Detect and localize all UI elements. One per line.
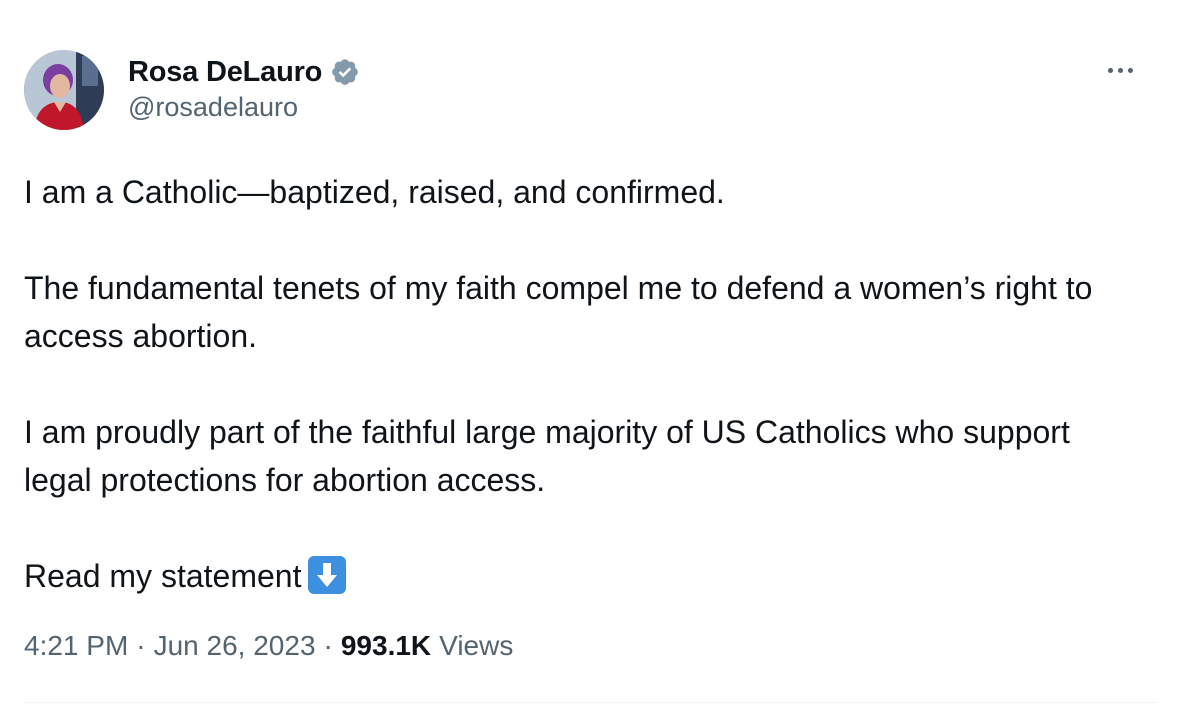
views-count: 993.1K — [340, 630, 432, 661]
meta-separator: · — [136, 630, 146, 661]
down-arrow-icon — [307, 555, 347, 595]
tweet-date[interactable]: Jun 26, 2023 — [154, 630, 316, 662]
tweet-text: I am a Catholic—baptized, raised, and co… — [24, 168, 1144, 600]
tweet: Rosa DeLauro @rosadelauro I am a Catholi… — [0, 0, 1180, 716]
tweet-paragraph: I am a Catholic—baptized, raised, and co… — [24, 174, 725, 210]
avatar-image — [24, 50, 104, 130]
display-name[interactable]: Rosa DeLauro — [128, 56, 322, 89]
views-label: Views — [439, 630, 514, 661]
tweet-time[interactable]: 4:21 PM — [24, 630, 128, 662]
tweet-meta: 4:21 PM · Jun 26, 2023 · 993.1K Views — [24, 630, 513, 662]
tweet-final-line: Read my statement — [24, 552, 1144, 600]
tweet-paragraph: The fundamental tenets of my faith compe… — [24, 270, 1093, 354]
read-statement-text: Read my statement — [24, 558, 302, 594]
tweet-paragraph: I am proudly part of the faithful large … — [24, 414, 1070, 498]
meta-separator: · — [323, 630, 333, 661]
divider — [24, 702, 1156, 703]
avatar[interactable] — [24, 50, 104, 130]
more-options-icon[interactable] — [1100, 58, 1140, 82]
verified-badge-icon[interactable] — [330, 57, 360, 87]
display-name-row: Rosa DeLauro — [128, 52, 360, 92]
handle[interactable]: @rosadelauro — [128, 92, 298, 123]
